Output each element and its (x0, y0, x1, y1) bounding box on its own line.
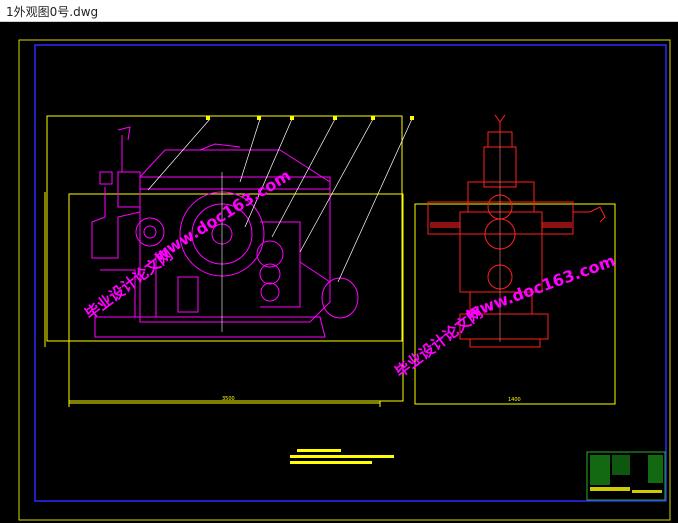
leader-tags (206, 116, 414, 120)
watermark-2: www.doc163.com 毕业设计论文网 (392, 251, 618, 381)
side-dimension-text: 1400 (508, 397, 521, 403)
technical-notes (290, 449, 394, 464)
cad-drawing-canvas[interactable]: 3500 1400 www.doc163.com 毕业设计论文网 www.doc… (0, 22, 678, 523)
watermark-url-2: www.doc163.com (463, 251, 618, 323)
window-titlebar: 1外观图0号.dwg (0, 0, 678, 22)
watermark-site-1: 毕业设计论文网 (82, 246, 177, 324)
side-view-fill (430, 222, 572, 228)
title-block (586, 451, 666, 501)
front-view-machine (91, 126, 359, 338)
window-title: 1外观图0号.dwg (6, 5, 99, 19)
front-dimension-text: 3500 (222, 396, 235, 402)
cad-drawing: 3500 1400 www.doc163.com 毕业设计论文网 www.doc… (18, 39, 671, 521)
side-view-machine (427, 114, 606, 348)
front-view-outline (44, 115, 404, 407)
watermark-site-2: 毕业设计论文网 (392, 304, 487, 382)
